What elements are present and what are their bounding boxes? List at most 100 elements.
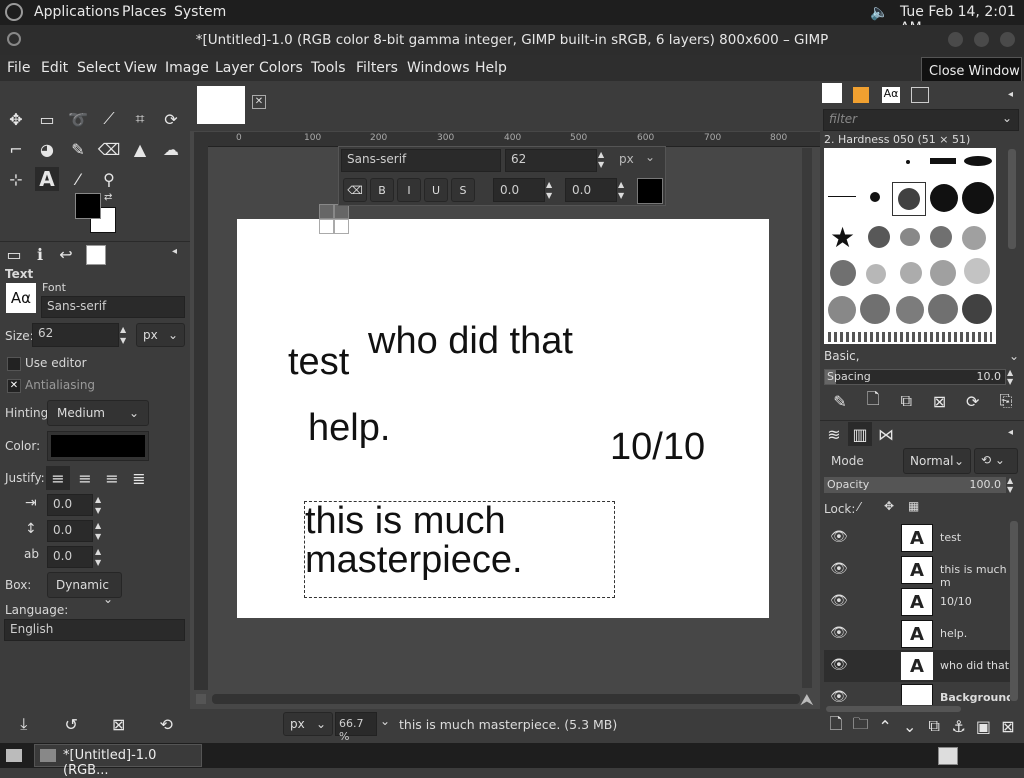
raise-layer-icon[interactable]: ⌃ xyxy=(873,714,897,738)
toolbar-size-stepper[interactable]: ▲ ▼ xyxy=(598,150,604,170)
places-menu[interactable]: Places xyxy=(122,4,167,20)
line-spacing-input[interactable]: 0.0 xyxy=(47,520,93,542)
menu-view[interactable]: View xyxy=(124,60,157,76)
layer-row-selected[interactable]: 👁 A who did that xyxy=(824,650,1010,682)
indent-input[interactable]: 0.0 xyxy=(47,494,93,516)
layer-list-scrollbar[interactable] xyxy=(1010,521,1018,701)
layer-row[interactable]: 👁 A test xyxy=(824,522,1010,554)
dock-menu-icon[interactable]: ◂ xyxy=(172,246,177,257)
hinting-select[interactable]: Medium ⌄ xyxy=(47,400,149,426)
delete-options-icon[interactable]: ⊠ xyxy=(107,712,131,736)
visibility-eye-icon[interactable]: 👁 xyxy=(830,625,848,641)
volume-icon[interactable]: 🔈 xyxy=(870,3,889,21)
canvas-text-10-10[interactable]: 10/10 xyxy=(610,428,705,466)
menu-help[interactable]: Help xyxy=(475,60,507,76)
dock-menu-icon[interactable]: ◂ xyxy=(1008,427,1013,438)
smudge-tool-icon[interactable]: ☁ xyxy=(159,137,183,161)
toolbar-baseline-input[interactable]: 0.0 xyxy=(493,178,545,202)
layer-row[interactable]: 👁 A 10/10 xyxy=(824,586,1010,618)
unit-select[interactable]: px ⌄ xyxy=(283,712,333,736)
visibility-eye-icon[interactable]: 👁 xyxy=(830,561,848,577)
line-spacing-stepper[interactable]: ▲ ▼ xyxy=(95,520,101,542)
toolbar-kerning-input[interactable]: 0.0 xyxy=(565,178,617,202)
move-tool-icon[interactable]: ✥ xyxy=(4,107,28,131)
visibility-eye-icon[interactable]: 👁 xyxy=(830,657,848,673)
text-tool-icon[interactable]: A xyxy=(35,167,59,191)
letter-spacing-stepper[interactable]: ▲ ▼ xyxy=(95,546,101,568)
chevron-down-icon[interactable]: ⌄ xyxy=(1002,111,1012,125)
lasso-tool-icon[interactable]: ➰ xyxy=(66,107,90,131)
tool-options-tab-icon[interactable]: ▭ xyxy=(2,242,26,266)
brush-grid[interactable]: ★ xyxy=(824,148,996,344)
opacity-stepper[interactable]: ▲ ▼ xyxy=(1007,476,1013,494)
zoom-input[interactable]: 66.7 % xyxy=(335,712,377,743)
device-status-tab-icon[interactable]: ℹ xyxy=(28,242,52,266)
italic-icon[interactable]: I xyxy=(397,178,421,202)
canvas-text-test[interactable]: test xyxy=(288,343,349,381)
lock-alpha-icon[interactable]: ▦ xyxy=(908,499,919,513)
justify-center-icon[interactable]: ≡ xyxy=(100,466,124,490)
rotate-tool-icon[interactable]: ⟳ xyxy=(159,107,183,131)
clone-tool-icon[interactable]: ▲ xyxy=(128,137,152,161)
navigate-icon[interactable]: ⮝ xyxy=(800,690,814,710)
new-layer-icon[interactable]: 🗋 xyxy=(824,714,848,738)
lock-position-icon[interactable]: ✥ xyxy=(884,499,894,513)
gnome-logo-icon[interactable] xyxy=(5,3,23,21)
crop-tool-icon[interactable]: ⌗ xyxy=(128,107,152,131)
zoom-tool-icon[interactable]: ⚲ xyxy=(97,167,121,191)
menu-tools[interactable]: Tools xyxy=(311,60,346,76)
documents-tab-icon[interactable] xyxy=(911,87,929,103)
rect-select-tool-icon[interactable]: ▭ xyxy=(35,107,59,131)
size-stepper[interactable]: ▲ ▼ xyxy=(120,324,126,346)
close-button[interactable] xyxy=(1000,32,1015,47)
bucket-fill-tool-icon[interactable]: ◕ xyxy=(35,137,59,161)
chevron-down-icon[interactable]: ⌄ xyxy=(380,714,390,728)
size-input[interactable]: 62 xyxy=(32,323,119,347)
text-box-handle-icon[interactable] xyxy=(319,204,349,234)
close-image-tab-icon[interactable]: ✕ xyxy=(252,95,266,109)
menu-edit[interactable]: Edit xyxy=(41,60,68,76)
justify-left-icon[interactable]: ≡ xyxy=(46,466,70,490)
reset-options-icon[interactable]: ⟲ xyxy=(154,712,178,736)
duplicate-layer-icon[interactable]: ⧉ xyxy=(922,714,946,738)
kerning-stepper[interactable]: ▲ ▼ xyxy=(618,179,624,201)
quick-mask-icon[interactable] xyxy=(196,694,206,704)
delete-brush-icon[interactable]: ⊠ xyxy=(928,389,952,413)
brush-grid-scrollbar[interactable] xyxy=(1008,149,1016,249)
images-tab-icon[interactable] xyxy=(86,245,106,265)
canvas-text-who-did-that[interactable]: who did that xyxy=(368,322,573,360)
brushes-tab-icon[interactable] xyxy=(822,83,842,103)
menu-filters[interactable]: Filters xyxy=(356,60,398,76)
duplicate-brush-icon[interactable]: ⧉ xyxy=(894,389,918,413)
justify-fill-icon[interactable]: ≣ xyxy=(127,466,151,490)
paths-tab-icon[interactable]: ⋈ xyxy=(874,422,898,446)
foreground-color-swatch[interactable] xyxy=(75,193,101,219)
minimize-button[interactable] xyxy=(948,32,963,47)
layer-mask-icon[interactable]: ▣ xyxy=(971,714,995,738)
visibility-eye-icon[interactable]: 👁 xyxy=(830,689,848,705)
strikethrough-icon[interactable]: S xyxy=(451,178,475,202)
layer-row[interactable]: 👁 Background xyxy=(824,682,1010,705)
horizontal-scrollbar[interactable] xyxy=(212,694,800,704)
color-picker-tool-icon[interactable]: ⁄ xyxy=(66,167,90,191)
lower-layer-icon[interactable]: ⌄ xyxy=(898,714,922,738)
maximize-button[interactable] xyxy=(974,32,989,47)
box-select[interactable]: Dynamic ⌄ xyxy=(47,572,122,606)
restore-options-icon[interactable]: ↺ xyxy=(59,712,83,736)
underline-icon[interactable]: U xyxy=(424,178,448,202)
language-field[interactable]: English xyxy=(4,619,185,641)
menu-select[interactable]: Select xyxy=(77,60,120,76)
new-layer-group-icon[interactable]: 🗀 xyxy=(849,714,873,738)
use-editor-checkbox[interactable] xyxy=(7,357,21,371)
text-color-button[interactable] xyxy=(47,431,149,461)
canvas-text-line1[interactable]: this is much xyxy=(305,502,506,540)
ruler-corner-icon[interactable] xyxy=(194,132,208,146)
font-field[interactable]: Sans-serif xyxy=(41,296,185,318)
gradients-tab-icon[interactable] xyxy=(853,87,869,103)
warp-tool-icon[interactable]: ⌐ xyxy=(4,137,28,161)
brush-as-image-icon[interactable]: ⎘ xyxy=(994,389,1018,413)
taskbar-gimp-window[interactable]: *[Untitled]-1.0 (RGB... xyxy=(34,744,202,778)
refresh-brushes-icon[interactable]: ⟳ xyxy=(961,389,985,413)
layer-list-hscrollbar[interactable] xyxy=(826,706,961,712)
paintbrush-tool-icon[interactable]: ✎ xyxy=(66,137,90,161)
